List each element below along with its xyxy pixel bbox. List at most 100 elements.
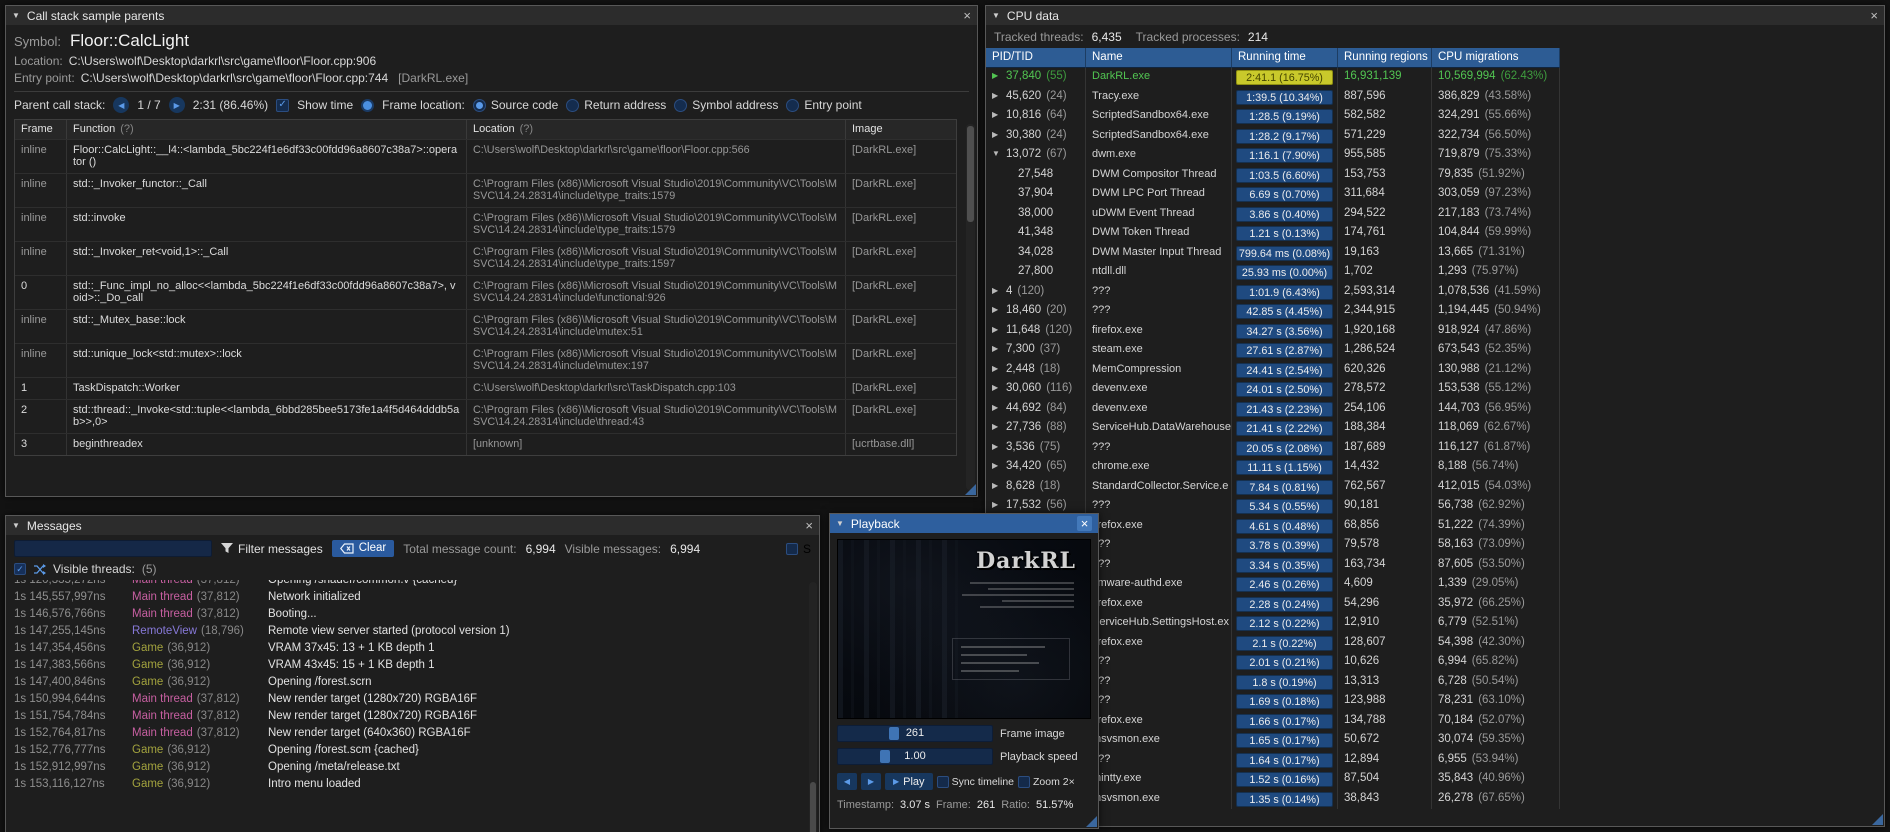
cpu-thread-row[interactable]: ▶18,968(1,018) ServiceHub.SettingsHost.e…: [986, 614, 1884, 634]
cpu-thread-row[interactable]: ▶22,404(12) msvsmon.exe 1.65 s (0.17%) 5…: [986, 731, 1884, 751]
cpu-thread-row[interactable]: 38,000 uDWM Event Thread 3.86 s (0.40%) …: [986, 204, 1884, 224]
close-icon[interactable]: ×: [1870, 9, 1878, 22]
header-running-time[interactable]: Running time: [1232, 48, 1338, 68]
cpu-thread-row[interactable]: ▶4,740(37) ??? 2.01 s (0.21%) 10,626 6,9…: [986, 653, 1884, 673]
close-icon[interactable]: ×: [1077, 516, 1092, 531]
expand-icon[interactable]: ▶: [992, 481, 1006, 490]
scrollbar-thumb[interactable]: [810, 782, 816, 832]
visible-threads-label[interactable]: Visible threads:: [53, 562, 135, 576]
collapse-icon[interactable]: ▼: [12, 521, 20, 530]
resize-grip[interactable]: [1872, 814, 1883, 825]
zoom-2x-checkbox[interactable]: [1018, 775, 1031, 788]
expand-icon[interactable]: ▶: [992, 325, 1006, 334]
frame-image-slider[interactable]: 261: [837, 725, 993, 742]
step-forward-button[interactable]: ▶: [861, 773, 881, 790]
cpu-thread-row[interactable]: ▶ 10,816 (64) ScriptedSandbox64.exe 1:28.5…: [986, 107, 1884, 127]
show-time-checkbox[interactable]: ✓: [276, 98, 290, 112]
message-row[interactable]: 1s 145,557,997ns Main thread (37,812) Net…: [6, 588, 819, 605]
callstack-frame-row[interactable]: inline std::_Invoker_functor::_Call C:\P…: [15, 173, 956, 207]
cpu-thread-row[interactable]: 37,904 DWM LPC Port Thread 6.69 s (0.70%…: [986, 185, 1884, 205]
expand-icon[interactable]: ▶: [992, 71, 1006, 80]
radio-source-code[interactable]: [472, 98, 486, 112]
message-row[interactable]: 1s 151,754,784ns Main thread (37,812) New…: [6, 707, 819, 724]
close-icon[interactable]: ×: [805, 519, 813, 532]
collapse-icon[interactable]: ▼: [12, 11, 20, 20]
message-row[interactable]: 1s 152,764,817ns Main thread (37,812) New…: [6, 724, 819, 741]
cpu-thread-row[interactable]: ▶536(49) firefox.exe 4.61 s (0.48%) 68,8…: [986, 516, 1884, 536]
cpu-thread-row[interactable]: ▶ 18,460 (20) ??? 42.85 s (4.45%) 2,344,91…: [986, 302, 1884, 322]
collapse-icon[interactable]: ▼: [992, 11, 1000, 20]
header-name[interactable]: Name: [1086, 48, 1232, 68]
playback-speed-slider[interactable]: 1.00: [837, 748, 993, 765]
expand-icon[interactable]: ▶: [992, 305, 1006, 314]
cpu-thread-row[interactable]: ▶17,396(43) firefox.exe 2.28 s (0.24%) 5…: [986, 594, 1884, 614]
message-row[interactable]: 1s 152,912,997ns Game (36,912) Opening /m…: [6, 758, 819, 775]
sync-timeline-label[interactable]: Sync timeline: [952, 776, 1014, 788]
playback-titlebar[interactable]: ▼ Playback ×: [830, 514, 1098, 533]
callstack-frame-row[interactable]: 0 std::_Func_impl_no_alloc<<lambda_5bc22…: [15, 275, 956, 309]
expand-icon[interactable]: ▶: [992, 500, 1006, 509]
close-icon[interactable]: ×: [963, 9, 971, 22]
expand-icon[interactable]: ▶: [992, 91, 1006, 100]
cpu-thread-row[interactable]: ▶18,408(17) firefox.exe 1.66 s (0.17%) 1…: [986, 711, 1884, 731]
expand-icon[interactable]: ▶: [992, 461, 1006, 470]
cpu-thread-row[interactable]: ▶16,332(982) ??? 1.64 s (0.17%) 12,894 6…: [986, 750, 1884, 770]
message-row[interactable]: 1s 147,383,566ns Game (36,912) VRAM 43x45…: [6, 656, 819, 673]
radio-source-code-label[interactable]: Source code: [491, 98, 558, 112]
cpu-thread-row[interactable]: ▶ 37,840 (55) DarkRL.exe 2:41.1 (16.75%) 1…: [986, 68, 1884, 88]
cpu-thread-row[interactable]: ▶ 34,420 (65) chrome.exe 11.11 s (1.15%) 1…: [986, 458, 1884, 478]
cpu-thread-row[interactable]: ▶ 3,536 (75) ??? 20.05 s (2.08%) 187,689 1…: [986, 438, 1884, 458]
header-pid-tid[interactable]: PID/TID: [986, 48, 1086, 68]
cpu-thread-row[interactable]: ▶35,916(39) ??? 1.8 s (0.19%) 13,313 6,7…: [986, 672, 1884, 692]
radio-entry-point[interactable]: [786, 98, 800, 112]
callstack-frame-row[interactable]: 1 TaskDispatch::Worker C:\Users\wolf\Des…: [15, 377, 956, 399]
sync-timeline-checkbox[interactable]: [936, 775, 949, 788]
cpu-thread-row[interactable]: 27,800 ntdll.dll 25.93 ms (0.00%) 1,702 …: [986, 263, 1884, 283]
message-row[interactable]: 1s 120,335,272ns Main thread (37,812) Ope…: [6, 580, 819, 588]
message-row[interactable]: 1s 150,994,644ns Main thread (37,812) New…: [6, 690, 819, 707]
show-time-label[interactable]: Show time: [297, 98, 353, 112]
clipped-checkbox[interactable]: [785, 542, 798, 555]
cpu-thread-row[interactable]: ▶ 11,648 (120) firefox.exe 34.27 s (3.56%)…: [986, 321, 1884, 341]
message-row[interactable]: 1s 147,400,846ns Game (36,912) Opening /f…: [6, 673, 819, 690]
expand-icon[interactable]: ▶: [992, 383, 1006, 392]
messages-titlebar[interactable]: ▼ Messages ×: [6, 516, 819, 535]
header-cpu-migrations[interactable]: CPU migrations: [1432, 48, 1560, 68]
expand-icon[interactable]: ▼: [992, 149, 1006, 158]
callstack-frame-row[interactable]: inline std::_Invoker_ret<void,1>::_Call …: [15, 241, 956, 275]
callstack-frame-row[interactable]: inline Floor::CalcLight::__l4::<lambda_5…: [15, 139, 956, 173]
cpu-thread-row[interactable]: ▶20,120(17) firefox.exe 2.1 s (0.22%) 12…: [986, 633, 1884, 653]
cpu-thread-row[interactable]: ▶22,804(45) ??? 3.78 s (0.39%) 79,578 58…: [986, 536, 1884, 556]
cpu-titlebar[interactable]: ▼ CPU data ×: [986, 6, 1884, 25]
radio-return-address[interactable]: [566, 98, 580, 112]
cpu-thread-row[interactable]: ▶ 30,380 (24) ScriptedSandbox64.exe 1:28.2…: [986, 126, 1884, 146]
select-all-threads-icon[interactable]: ✓: [14, 563, 26, 575]
radio-symbol-address[interactable]: [674, 98, 688, 112]
header-running-regions[interactable]: Running regions: [1338, 48, 1432, 68]
callstack-frame-row[interactable]: inline std::_Mutex_base::lock C:\Program…: [15, 309, 956, 343]
expand-icon[interactable]: ▶: [992, 110, 1006, 119]
cpu-thread-row[interactable]: ▼ 13,072 (67) dwm.exe 1:16.1 (7.90%) 955,5…: [986, 146, 1884, 166]
radio-symbol-address-label[interactable]: Symbol address: [692, 98, 778, 112]
callstack-titlebar[interactable]: ▼ Call stack sample parents ×: [6, 6, 977, 25]
cpu-thread-row[interactable]: ▶ 45,620 (24) Tracy.exe 1:39.5 (10.34%) 88…: [986, 87, 1884, 107]
message-row[interactable]: 1s 153,116,127ns Game (36,912) Intro menu…: [6, 775, 819, 792]
messages-scrollbar[interactable]: [809, 582, 817, 832]
radio-return-address-label[interactable]: Return address: [584, 98, 666, 112]
cpu-thread-row[interactable]: ▶28,228(5) mintty.exe 1.52 s (0.16%) 87,…: [986, 770, 1884, 790]
message-row[interactable]: 1s 147,354,456ns Game (36,912) VRAM 37x45…: [6, 639, 819, 656]
cpu-thread-row[interactable]: ▶ 17,532 (56) ??? 5.34 s (0.55%) 90,181 56…: [986, 497, 1884, 517]
message-row[interactable]: 1s 146,576,766ns Main thread (37,812) Boo…: [6, 605, 819, 622]
scrollbar-thumb[interactable]: [967, 126, 974, 222]
cpu-thread-row[interactable]: ▶18,172(8) msvsmon.exe 1.35 s (0.14%) 38…: [986, 789, 1884, 809]
cpu-thread-row[interactable]: 41,348 DWM Token Thread 1.21 s (0.13%) 1…: [986, 224, 1884, 244]
clear-button[interactable]: Clear: [331, 540, 395, 557]
cpu-thread-row[interactable]: ▶ 44,692 (84) devenv.exe 21.43 s (2.23%) 2…: [986, 399, 1884, 419]
expand-icon[interactable]: ▶: [992, 442, 1006, 451]
cpu-thread-row[interactable]: ▶928(25) ??? 3.34 s (0.35%) 163,734 87,6…: [986, 555, 1884, 575]
expand-icon[interactable]: ▶: [992, 364, 1006, 373]
callstack-frame-row[interactable]: inline std::unique_lock<std::mutex>::loc…: [15, 343, 956, 377]
callstack-scrollbar[interactable]: [966, 124, 975, 490]
message-filter-input[interactable]: [14, 540, 212, 557]
next-parent-button[interactable]: ▶: [168, 97, 185, 113]
